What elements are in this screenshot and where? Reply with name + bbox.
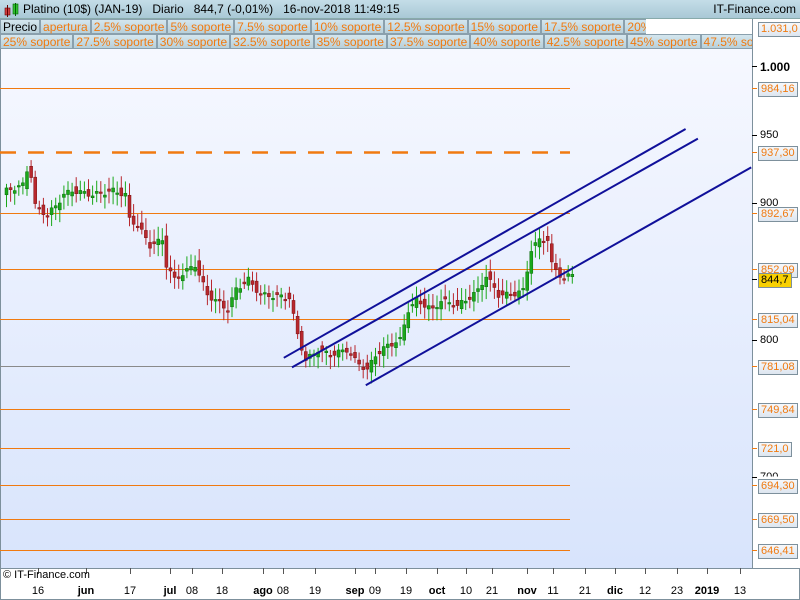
x-tick-label: 21 [578,585,592,597]
x-tick-label: 2019 [694,585,720,597]
x-tick-label: 21 [485,585,499,597]
y-tick-label: 950 [760,128,779,141]
x-tick-label: 08 [276,585,290,597]
x-tick-label: 12 [638,585,652,597]
copyright: © IT-Finance.com [3,569,90,581]
x-tick-label: 08 [185,585,199,597]
y-tick-label: 800 [760,333,779,346]
x-tick-label: 13 [733,585,747,597]
x-tick-label: 11 [547,585,559,597]
level-label: 937,30 [758,145,798,161]
x-tick-label: 19 [399,585,413,597]
level-label: 815,04 [758,312,798,328]
x-tick-label: dic [607,585,623,597]
x-tick-label: oct [428,585,446,597]
level-label: 892,67 [758,206,798,222]
x-tick-label: 16 [31,585,45,597]
x-tick-label: jun [77,585,95,597]
plot-area [0,49,752,568]
current-price-label: 844,7 [758,272,792,288]
x-tick-label: nov [517,585,537,597]
y-tick-label: 900 [760,196,779,209]
level-label: 669,50 [758,512,798,528]
level-label: 781,08 [758,359,798,375]
level-label: 721,0 [758,441,792,457]
x-tick-label: 17 [123,585,137,597]
x-tick-label: 10 [459,585,473,597]
x-tick-label: 09 [368,585,382,597]
x-tick-label: ago [253,585,273,597]
x-tick-label: 23 [670,585,684,597]
x-tick-label: 18 [215,585,229,597]
level-label: 984,16 [758,81,798,97]
x-tick-label: sep [345,585,365,597]
price-chart[interactable] [0,0,800,600]
x-tick-label: 19 [308,585,322,597]
level-label: 694,30 [758,478,798,494]
top-price-label: 1.031,0 [758,22,800,37]
x-tick-label: jul [163,585,177,597]
level-label: 646,41 [758,543,798,559]
level-label: 749,84 [758,402,798,418]
y-tick-label: 1.000 [760,59,791,74]
